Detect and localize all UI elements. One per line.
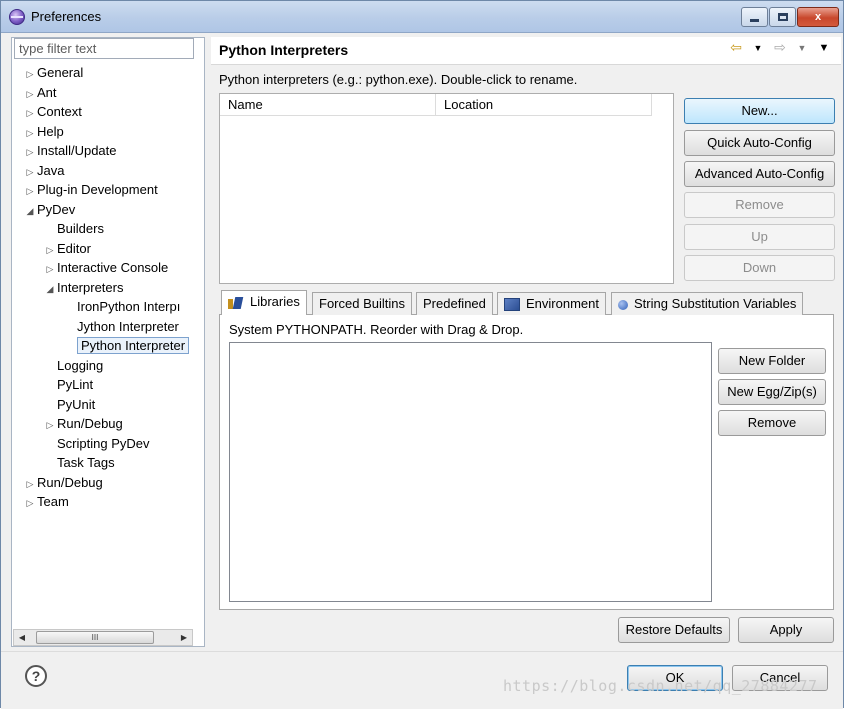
tree-horizontal-scrollbar[interactable]: ◀ III ▶ <box>13 629 193 646</box>
forward-arrow-icon[interactable]: ⇨ <box>771 39 789 57</box>
pythonpath-label: System PYTHONPATH. Reorder with Drag & D… <box>229 322 524 337</box>
pythonpath-list[interactable] <box>229 342 712 602</box>
window-title: Preferences <box>31 9 102 24</box>
collapsed-arrow-icon[interactable]: ▷ <box>43 241 57 260</box>
new-interpreter-button[interactable]: New... <box>684 98 835 124</box>
watermark-text: https://blog.csdn.net/qq_27884277 <box>503 677 818 695</box>
expanded-arrow-icon[interactable]: ◢ <box>23 202 37 221</box>
restore-defaults-button[interactable]: Restore Defaults <box>618 617 730 643</box>
variables-icon <box>618 299 628 310</box>
column-header-name[interactable]: Name <box>220 94 436 116</box>
new-egg-zip-button[interactable]: New Egg/Zip(s) <box>718 379 826 405</box>
view-menu-icon[interactable]: ▼ <box>815 39 833 57</box>
scroll-left-icon[interactable]: ◀ <box>14 630 30 645</box>
down-button[interactable]: Down <box>684 255 835 281</box>
up-button[interactable]: Up <box>684 224 835 250</box>
back-arrow-icon[interactable]: ⇦ <box>727 39 745 57</box>
filter-input[interactable] <box>14 38 194 59</box>
maximize-button[interactable] <box>769 7 796 27</box>
preferences-window: Preferences x ▷General ▷Ant ▷Context ▷He… <box>0 0 844 709</box>
help-icon[interactable]: ? <box>25 665 47 687</box>
tree-item-install-update[interactable]: ▷ Install/Update <box>23 141 117 160</box>
scrollbar-thumb[interactable]: III <box>36 631 154 644</box>
tree-item-context[interactable]: ▷ Context <box>23 102 82 121</box>
close-button[interactable]: x <box>797 7 839 27</box>
tree-item-scripting-pydev[interactable]: Scripting PyDev <box>43 434 149 453</box>
tab-libraries[interactable]: Libraries <box>221 290 307 315</box>
remove-library-button[interactable]: Remove <box>718 410 826 436</box>
tree-item-pylint[interactable]: PyLint <box>43 375 93 394</box>
minimize-icon <box>750 18 759 22</box>
tree-item-run-debug[interactable]: ▷ Run/Debug <box>23 473 103 492</box>
new-folder-button[interactable]: New Folder <box>718 348 826 374</box>
tree-item-pyunit[interactable]: PyUnit <box>43 395 95 414</box>
apply-button[interactable]: Apply <box>738 617 834 643</box>
minimize-button[interactable] <box>741 7 768 27</box>
tree-item-interactive-console[interactable]: ▷ Interactive Console <box>43 258 169 279</box>
page-title: Python Interpreters <box>219 42 349 58</box>
remove-interpreter-button[interactable]: Remove <box>684 192 835 218</box>
tree-item-ironpython-interpreter[interactable]: IronPython Interpı <box>77 297 180 316</box>
collapsed-arrow-icon[interactable]: ▷ <box>23 494 37 513</box>
collapsed-arrow-icon[interactable]: ▷ <box>23 182 37 201</box>
forward-dropdown-icon[interactable]: ▼ <box>793 39 811 57</box>
interpreters-description: Python interpreters (e.g.: python.exe). … <box>219 72 578 87</box>
tree-item-editor[interactable]: ▷ Editor <box>43 239 91 258</box>
tree-item-team[interactable]: ▷ Team <box>23 492 69 511</box>
tab-predefined[interactable]: Predefined <box>416 292 493 315</box>
collapsed-arrow-icon[interactable]: ▷ <box>23 475 37 494</box>
expanded-arrow-icon[interactable]: ◢ <box>43 280 57 299</box>
tree-item-ant[interactable]: ▷ Ant <box>23 83 57 102</box>
scroll-right-icon[interactable]: ▶ <box>176 630 192 645</box>
tree-item-pydev[interactable]: ◢ PyDev <box>23 200 76 221</box>
tree-item-java[interactable]: ▷ Java <box>23 161 65 182</box>
collapsed-arrow-icon[interactable]: ▷ <box>23 85 37 104</box>
tree-item-general[interactable]: ▷ General <box>23 63 84 84</box>
tree-item-builders[interactable]: Builders <box>43 219 104 238</box>
tree-item-python-interpreter[interactable]: Python Interpreter <box>77 336 190 355</box>
tab-environment[interactable]: Environment <box>497 292 606 315</box>
maximize-icon <box>777 13 788 21</box>
collapsed-arrow-icon[interactable]: ▷ <box>23 163 37 182</box>
collapsed-arrow-icon[interactable]: ▷ <box>23 124 37 143</box>
quick-auto-config-button[interactable]: Quick Auto-Config <box>684 130 835 156</box>
collapsed-arrow-icon[interactable]: ▷ <box>23 65 37 84</box>
eclipse-icon <box>9 9 25 25</box>
preference-tree[interactable]: ▷ General ▷ Ant ▷ Context ▷ Help ▷ Install/Up… <box>11 63 205 623</box>
collapsed-arrow-icon[interactable]: ▷ <box>43 416 57 435</box>
tree-item-pydev-run-debug[interactable]: ▷ Run/Debug <box>43 414 123 433</box>
tab-forced-builtins[interactable]: Forced Builtins <box>312 292 412 315</box>
tree-item-help[interactable]: ▷ Help <box>23 122 64 141</box>
history-navigation: ⇦ ▼ ⇨ ▼ ▼ <box>727 39 833 57</box>
interpreters-table[interactable]: Name Location <box>219 93 674 284</box>
close-icon: x <box>814 11 822 23</box>
tab-string-substitution-variables[interactable]: String Substitution Variables <box>611 292 804 315</box>
libraries-icon <box>228 297 244 309</box>
title-bar[interactable]: Preferences x <box>1 1 843 33</box>
tree-item-jython-interpreter[interactable]: Jython Interpreter <box>77 317 179 336</box>
tree-item-logging[interactable]: Logging <box>43 356 103 375</box>
collapsed-arrow-icon[interactable]: ▷ <box>23 104 37 123</box>
back-dropdown-icon[interactable]: ▼ <box>749 39 767 57</box>
tree-item-plugin-development[interactable]: ▷ Plug-in Development <box>23 180 158 199</box>
collapsed-arrow-icon[interactable]: ▷ <box>23 143 37 162</box>
column-header-location[interactable]: Location <box>436 94 652 116</box>
tree-item-interpreters[interactable]: ◢ Interpreters <box>43 278 124 299</box>
tree-item-task-tags[interactable]: Task Tags <box>43 453 115 472</box>
advanced-auto-config-button[interactable]: Advanced Auto-Config <box>684 161 835 187</box>
collapsed-arrow-icon[interactable]: ▷ <box>43 260 57 279</box>
environment-icon <box>504 298 520 312</box>
